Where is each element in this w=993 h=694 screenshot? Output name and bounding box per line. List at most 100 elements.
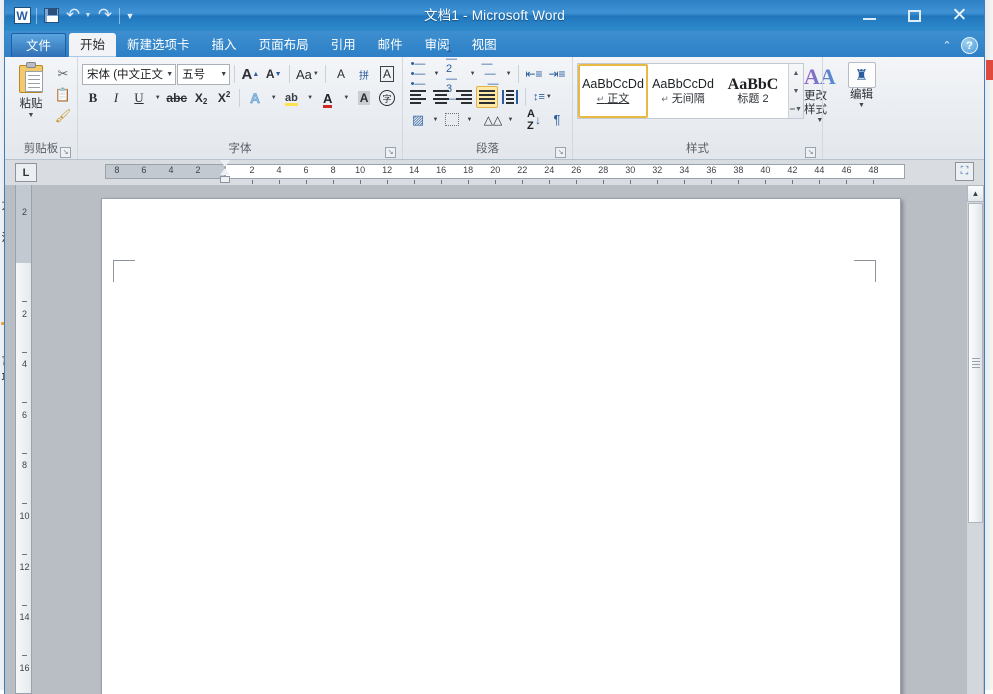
font-size-input[interactable]: 五号 ▼ [177,64,230,85]
font-color-dropdown-icon[interactable]: ▼ [340,87,352,109]
multilevel-list-button[interactable]: — — — [479,63,501,85]
cut-icon[interactable]: ✂ [53,64,73,83]
increase-indent-button[interactable]: ⇥≡ [546,63,568,85]
collapse-ribbon-icon[interactable]: ⌃ [939,38,955,54]
vertical-ruler[interactable]: 42246810121416 [15,185,32,694]
app-logo-button[interactable]: W [11,5,33,27]
character-shading-button[interactable]: A [353,87,375,109]
undo-icon[interactable]: ↶ [62,5,84,27]
view-ruler-icon[interactable]: ⛶ [955,162,974,181]
vruler-top-margin[interactable] [16,185,31,263]
vruler-tick-6 [22,402,27,403]
save-icon[interactable] [40,5,62,27]
font-sep-2 [289,65,290,83]
styles-more-icon[interactable]: ═▼ [789,100,803,118]
tab-insert[interactable]: 插入 [201,33,248,57]
align-justify-button[interactable] [476,86,498,108]
paste-dropdown-icon[interactable]: ▼ [28,112,35,120]
align-center-button[interactable] [430,86,452,108]
ruler-page-area[interactable] [225,164,905,179]
styles-scroll-up-icon[interactable]: ▲ [789,64,803,82]
style-item-heading2[interactable]: AaBbC 标题 2 [718,64,788,118]
enclose-character-button[interactable]: 字 [376,87,398,109]
minimize-button[interactable] [847,1,892,31]
font-color-button[interactable]: A [317,87,339,109]
tab-stop-selector[interactable]: L [15,163,37,182]
clipboard-dialog-launcher[interactable] [60,147,71,158]
borders-dropdown-icon[interactable]: ▼ [464,109,474,131]
paste-button[interactable]: 粘贴 ▼ [9,62,53,120]
redo-icon[interactable]: ↷ [94,5,116,27]
numbering-dropdown-icon[interactable]: ▼ [466,63,478,85]
ruler-left-margin[interactable] [105,164,225,179]
close-button[interactable]: ✕ [937,1,982,31]
bullets-dropdown-icon[interactable]: ▼ [430,63,442,85]
tab-new-tab[interactable]: 新建选项卡 [116,33,201,57]
customize-qat-icon[interactable]: ▼ [123,5,137,27]
style-item-no-spacing[interactable]: AaBbCcDd ↵ 无间隔 [648,64,718,118]
style-item-normal[interactable]: AaBbCcDd ↵ 正文 [578,64,648,118]
show-marks-button[interactable]: ¶ [546,109,568,131]
indent-markers[interactable] [219,160,231,183]
bullets-button[interactable]: •—•—•— [407,63,429,85]
scroll-up-icon[interactable]: ▲ [967,185,984,202]
help-icon[interactable]: ? [961,37,978,54]
multilevel-dropdown-icon[interactable]: ▼ [502,63,514,85]
editing-button[interactable]: ♜ 编辑 ▼ [848,62,876,109]
line-spacing-button[interactable]: ↕≡▼ [530,86,555,108]
styles-scroll-down-icon[interactable]: ▼ [789,82,803,100]
subscript-button[interactable]: X2 [190,87,212,109]
shading-dropdown-icon[interactable]: ▼ [430,109,440,131]
borders-button[interactable] [441,109,463,131]
pinyin-guide-icon[interactable]: 拼 [353,63,375,85]
font-name-dropdown-icon[interactable]: ▼ [163,71,173,78]
align-left-button[interactable] [407,86,429,108]
cjk-layout-button[interactable]: △△ [482,109,504,131]
align-right-button[interactable] [453,86,475,108]
strikethrough-button[interactable]: abc [164,87,189,109]
distribute-button[interactable] [499,86,521,108]
grow-font-button[interactable]: A▲ [239,63,262,85]
paragraph-dialog-launcher[interactable] [555,147,566,158]
tab-view[interactable]: 视图 [461,33,508,57]
copy-icon[interactable]: 📋 [53,85,73,104]
sort-button[interactable]: AZ↓ [523,109,545,131]
editing-dropdown-icon[interactable]: ▼ [858,102,865,109]
scrollbar-thumb[interactable] [968,203,983,523]
underline-button[interactable]: U [128,87,150,109]
ruler-tick-32 [657,180,658,184]
horizontal-ruler[interactable]: 8642246810121416182022242628303234363840… [105,164,905,181]
text-effects-button[interactable]: A [244,87,266,109]
superscript-button[interactable]: X2 [213,87,235,109]
decrease-indent-button[interactable]: ⇤≡ [523,63,545,85]
maximize-button[interactable] [892,1,937,31]
vruler-tick-8 [22,453,27,454]
format-painter-icon[interactable]: 🖌 [53,106,73,125]
vruler-label-12: 12 [16,562,33,572]
undo-dropdown-icon[interactable]: ▼ [84,5,94,27]
cjk-layout-dropdown-icon[interactable]: ▼ [505,109,515,131]
clear-formatting-icon[interactable]: A [330,63,352,85]
shading-button[interactable]: ▨ [407,109,429,131]
shrink-font-button[interactable]: A▼ [263,63,285,85]
tab-page-layout[interactable]: 页面布局 [248,33,320,57]
vertical-scrollbar[interactable]: ▲ [966,185,983,694]
font-dialog-launcher[interactable] [385,147,396,158]
tab-home[interactable]: 开始 [69,33,116,57]
change-case-button[interactable]: Aa▼ [294,63,321,85]
highlight-dropdown-icon[interactable]: ▼ [303,87,315,109]
char-border-icon[interactable]: A [376,63,398,85]
numbering-button[interactable]: 1—2—3— [443,63,465,85]
bold-button[interactable]: B [82,87,104,109]
italic-button[interactable]: I [105,87,127,109]
text-effects-dropdown-icon[interactable]: ▼ [267,87,279,109]
tab-references[interactable]: 引用 [320,33,367,57]
font-name-input[interactable]: 宋体 (中文正文 ▼ [82,64,176,85]
font-size-dropdown-icon[interactable]: ▼ [217,71,227,78]
tab-mailings[interactable]: 邮件 [367,33,414,57]
tab-file[interactable]: 文件 [11,33,66,57]
highlight-button[interactable]: ab [280,87,302,109]
styles-dialog-launcher[interactable] [805,147,816,158]
underline-dropdown-icon[interactable]: ▼ [151,87,163,109]
document-page[interactable] [101,198,901,694]
